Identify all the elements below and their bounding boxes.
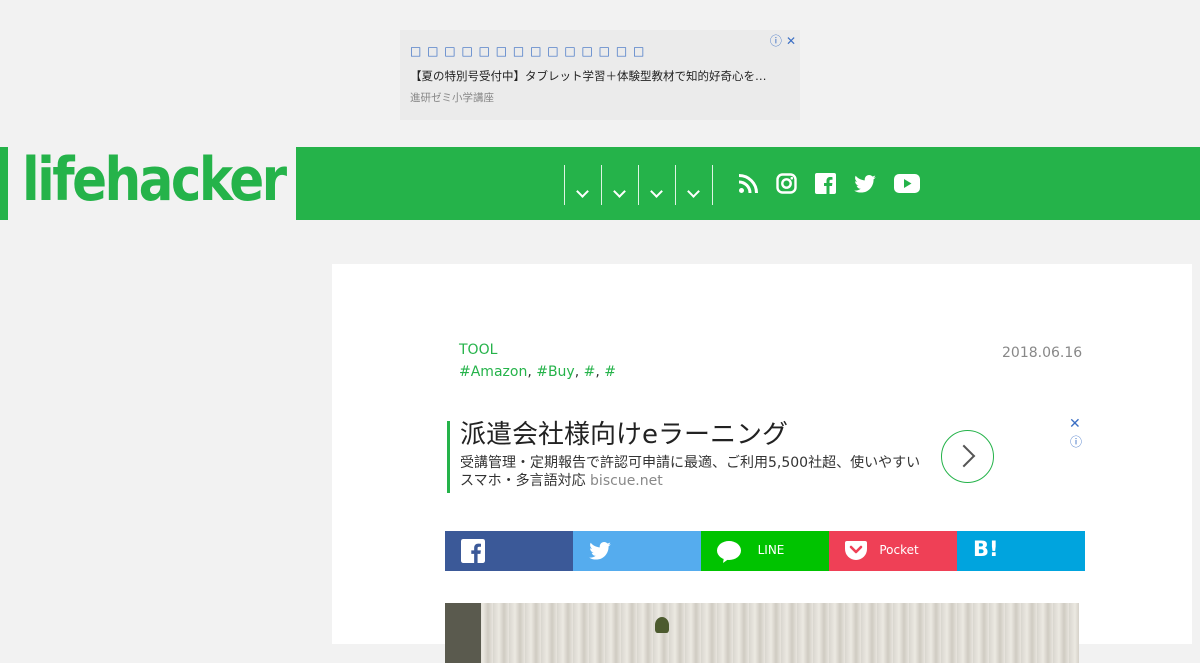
- nav-menu-4[interactable]: [675, 165, 713, 205]
- ad-title[interactable]: □ □ □ □ □ □ □ □ □ □ □ □ □ □: [410, 44, 790, 62]
- image-plant: [655, 617, 669, 633]
- line-icon: [717, 541, 741, 567]
- share-pocket-button[interactable]: Pocket: [829, 531, 957, 571]
- inline-ad[interactable]: 派遣会社様向けeラーニング 受講管理・定期報告で許認可申請に最適、ご利用5,50…: [447, 416, 1087, 493]
- main-navbar: [296, 147, 1200, 220]
- hatena-bookmark-icon: B!: [973, 537, 999, 561]
- nav-menu-2[interactable]: [601, 165, 638, 205]
- pocket-icon: [845, 539, 867, 565]
- inline-ad-headline[interactable]: 派遣会社様向けeラーニング: [460, 420, 1087, 450]
- twitter-icon: [589, 542, 611, 564]
- nav-menu-1[interactable]: [564, 165, 601, 205]
- tag-link[interactable]: #Amazon: [459, 364, 527, 380]
- youtube-icon[interactable]: [894, 174, 920, 197]
- article-hero-image: [445, 603, 1079, 663]
- ad-info-icon[interactable]: ⓘ: [1070, 433, 1082, 450]
- ad-controls: ⓘ ✕: [766, 32, 796, 49]
- inline-ad-domain: biscue.net: [590, 473, 663, 489]
- inline-ad-text: 受講管理・定期報告で許認可申請に最適、ご利用5,500社超、使いやすいスマホ・多…: [460, 455, 921, 489]
- article-category[interactable]: TOOL: [459, 342, 497, 358]
- share-bar: LINE Pocket B!: [445, 531, 1085, 571]
- rss-icon[interactable]: [738, 173, 758, 198]
- ad-info-icon[interactable]: ⓘ: [770, 34, 782, 48]
- facebook-icon: [461, 539, 485, 567]
- nav-menu-3[interactable]: [638, 165, 675, 205]
- tag-link[interactable]: #Buy: [536, 364, 575, 380]
- inline-ad-description: 受講管理・定期報告で許認可申請に最適、ご利用5,500社超、使いやすいスマホ・多…: [460, 454, 930, 490]
- site-logo[interactable]: lifehacker: [0, 145, 296, 220]
- social-links: [738, 173, 938, 198]
- chevron-down-icon: [650, 185, 663, 198]
- ad-description[interactable]: 【夏の特別号受付中】タブレット学習＋体験型教材で知的好奇心を…: [410, 68, 790, 84]
- tag-link[interactable]: #: [604, 364, 616, 380]
- image-dark-region: [445, 603, 481, 663]
- tag-separator: ,: [595, 364, 605, 380]
- ad-source: 進研ゼミ小学講座: [410, 92, 494, 104]
- twitter-icon[interactable]: [854, 174, 876, 197]
- nav-menus: [564, 165, 713, 205]
- share-twitter-button[interactable]: [573, 531, 701, 571]
- share-line-label: LINE: [757, 543, 785, 557]
- article-card: TOOL #Amazon, #Buy, #, # 2018.06.16 派遣会社…: [332, 264, 1192, 663]
- share-facebook-button[interactable]: [445, 531, 573, 571]
- share-line-button[interactable]: LINE: [701, 531, 829, 571]
- share-pocket-label: Pocket: [879, 543, 919, 557]
- logo-text[interactable]: lifehacker: [22, 145, 287, 215]
- tag-link[interactable]: #: [584, 364, 596, 380]
- chevron-down-icon: [687, 185, 700, 198]
- chevron-right-icon[interactable]: [941, 430, 994, 483]
- tag-separator: ,: [527, 364, 537, 380]
- instagram-icon[interactable]: [776, 173, 797, 198]
- tag-separator: ,: [574, 364, 584, 380]
- logo-accent-bar: [0, 147, 8, 220]
- top-ad-banner[interactable]: □ □ □ □ □ □ □ □ □ □ □ □ □ □ 【夏の特別号受付中】タブ…: [400, 30, 800, 120]
- chevron-down-icon: [576, 185, 589, 198]
- article-tags: #Amazon, #Buy, #, #: [459, 364, 616, 380]
- article-date: 2018.06.16: [1002, 345, 1083, 361]
- ad-close-icon[interactable]: ✕: [1069, 416, 1081, 432]
- share-hatena-button[interactable]: B!: [957, 531, 1085, 571]
- facebook-icon[interactable]: [815, 173, 836, 198]
- chevron-down-icon: [613, 185, 626, 198]
- ad-close-icon[interactable]: ✕: [786, 34, 796, 48]
